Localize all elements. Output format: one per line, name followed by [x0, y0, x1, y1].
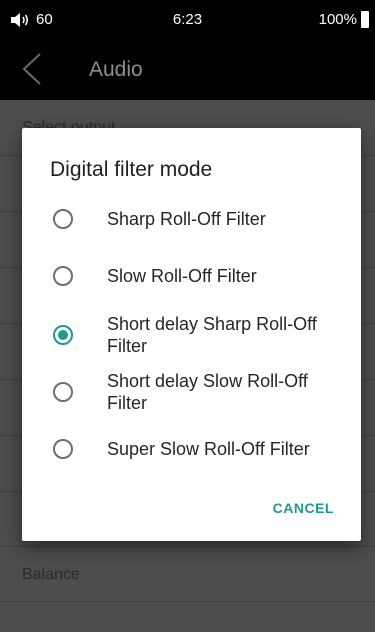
option-slow-roll-off[interactable]: Slow Roll-Off Filter [22, 247, 361, 305]
option-label: Short delay Slow Roll-Off Filter [107, 371, 308, 413]
filter-mode-dialog: Digital filter mode Sharp Roll-Off Filte… [22, 128, 361, 541]
radio-button-selected[interactable] [53, 325, 73, 345]
option-label: Short delay Sharp Roll-Off Filter [107, 314, 317, 356]
radio-button[interactable] [53, 209, 73, 229]
option-short-delay-sharp[interactable]: Short delay Sharp Roll-Off Filter [22, 306, 361, 364]
radio-button[interactable] [53, 439, 73, 459]
option-label: Slow Roll-Off Filter [107, 266, 257, 286]
cancel-button[interactable]: CANCEL [273, 500, 334, 516]
option-super-slow[interactable]: Super Slow Roll-Off Filter [22, 420, 361, 478]
radio-button[interactable] [53, 382, 73, 402]
dialog-title: Digital filter mode [50, 158, 213, 181]
option-short-delay-slow[interactable]: Short delay Slow Roll-Off Filter [22, 363, 361, 421]
option-label: Super Slow Roll-Off Filter [107, 439, 310, 459]
option-label: Sharp Roll-Off Filter [107, 209, 266, 229]
radio-button[interactable] [53, 266, 73, 286]
option-sharp-roll-off[interactable]: Sharp Roll-Off Filter [22, 190, 361, 248]
